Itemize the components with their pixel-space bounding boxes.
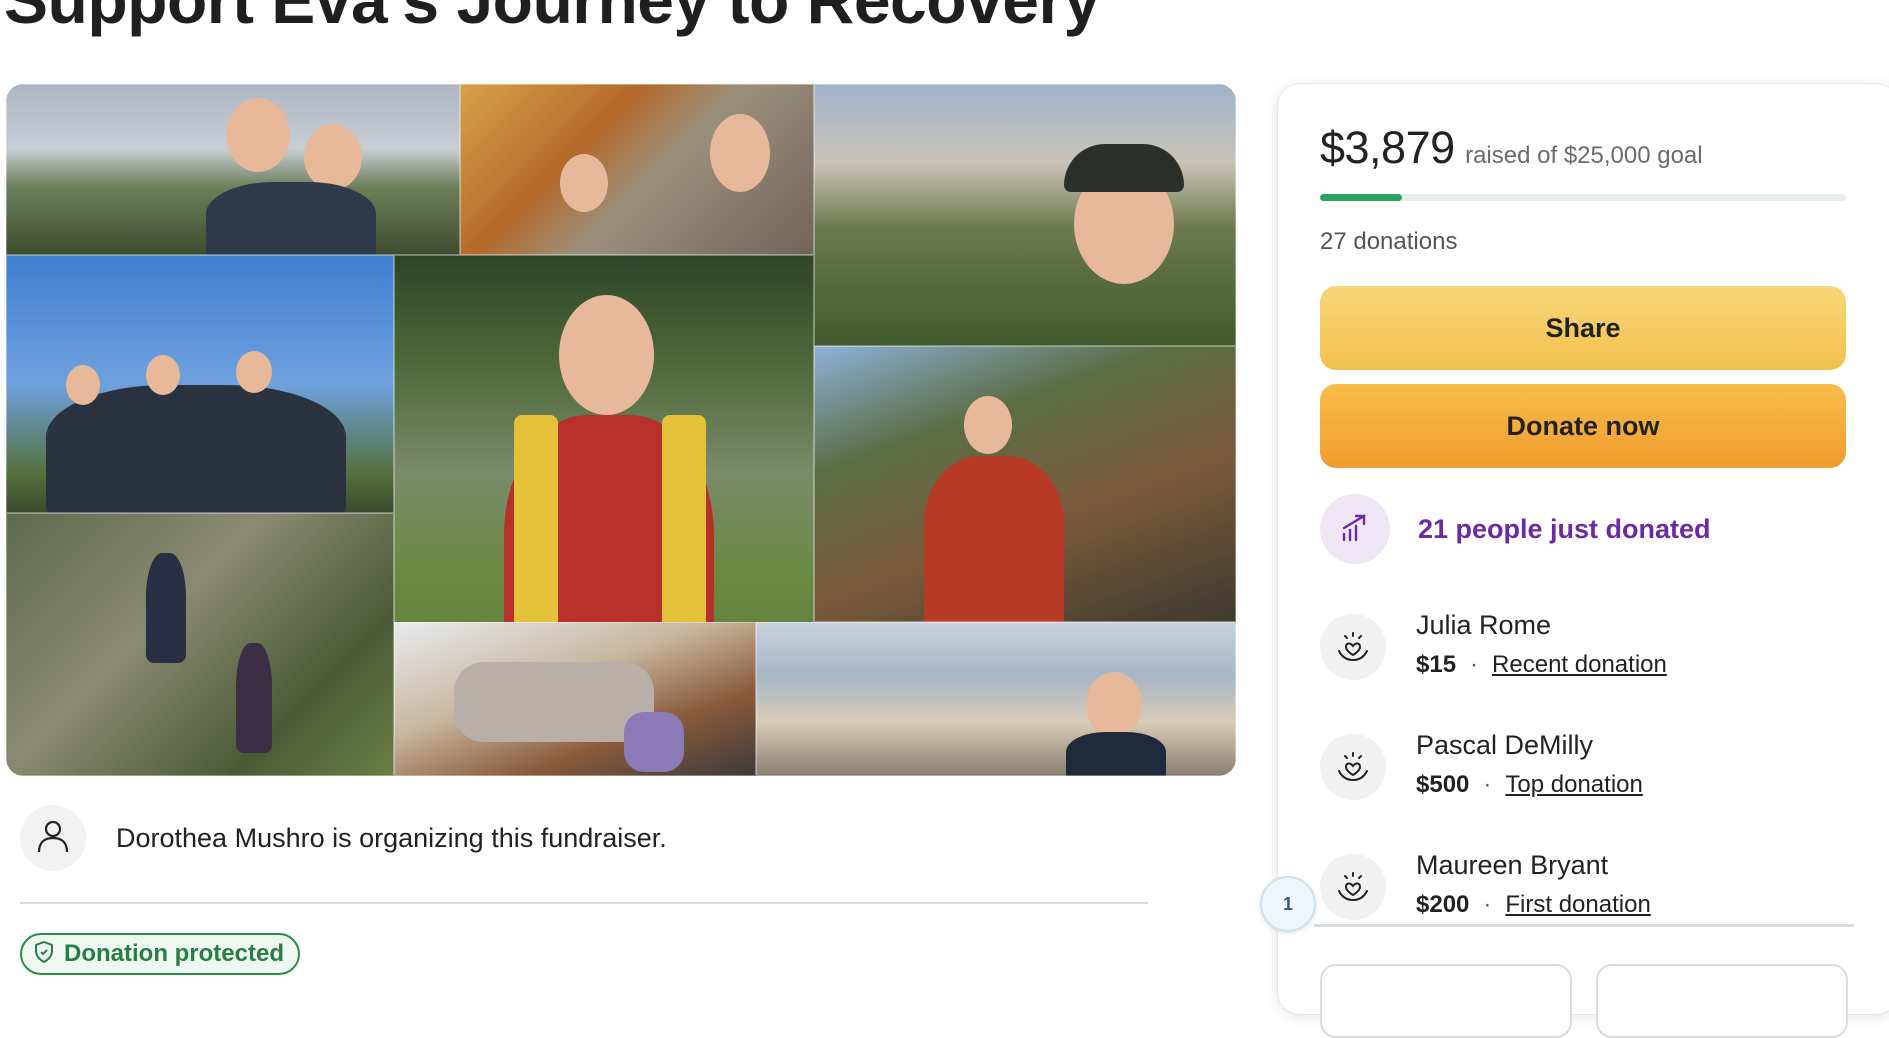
heart-hands-icon: [1320, 854, 1386, 920]
donor-item: Julia Rome $15 · Recent donation: [1320, 610, 1667, 680]
donate-now-button[interactable]: Donate now: [1320, 384, 1846, 468]
donor-detail: $200 · First donation: [1416, 891, 1651, 919]
photo-figure: [226, 98, 290, 172]
photo-figure: [964, 396, 1012, 454]
organizer-row: Dorothea Mushro is organizing this fundr…: [20, 805, 667, 871]
photo-collage[interactable]: [6, 84, 1236, 776]
recent-donors-trend[interactable]: 21 people just donated: [1320, 494, 1711, 564]
donor-name: Pascal DeMilly: [1416, 730, 1594, 760]
photo-figure: [146, 553, 186, 663]
organizer-avatar[interactable]: [20, 805, 86, 871]
donor-amount: $500: [1416, 771, 1470, 798]
separator-dot: ·: [1483, 771, 1492, 798]
photo-hospital[interactable]: [394, 622, 756, 776]
photo-figure: [1064, 144, 1184, 192]
photo-figure: [1066, 732, 1166, 776]
person-icon: [33, 816, 73, 861]
photo-figure: [559, 295, 654, 415]
photo-figure: [624, 712, 684, 772]
list-scroll-edge: [1314, 924, 1854, 927]
heart-hands-icon: [1320, 734, 1386, 800]
photo-figure: [66, 365, 100, 405]
separator-dot: ·: [1483, 891, 1492, 918]
see-all-button[interactable]: [1320, 964, 1572, 1038]
donation-tag-link[interactable]: Top donation: [1505, 771, 1642, 798]
see-top-button[interactable]: [1596, 964, 1848, 1038]
donor-info: Julia Rome $15 · Recent donation: [1416, 610, 1667, 679]
organizer-text: Dorothea Mushro is organizing this fundr…: [116, 822, 667, 853]
photo-mountain-portrait[interactable]: [814, 84, 1236, 346]
photo-backyard-red-jacket[interactable]: [814, 346, 1236, 622]
page-title: Support Eva's Journey to Recovery: [4, 0, 1100, 37]
donor-name: Julia Rome: [1416, 610, 1552, 640]
photo-figure: [924, 456, 1064, 622]
photo-figure: [304, 124, 362, 190]
donor-info: Maureen Bryant $200 · First donation: [1416, 850, 1651, 919]
donation-tag-link[interactable]: Recent donation: [1492, 651, 1667, 678]
photo-figure: [146, 355, 180, 395]
shield-icon: [32, 940, 56, 969]
photo-lake-shore[interactable]: [756, 622, 1236, 776]
photo-figure: [454, 662, 654, 742]
trending-up-icon: [1320, 494, 1390, 564]
divider: [20, 902, 1148, 904]
donation-panel: $3,879 raised of $25,000 goal 27 donatio…: [1278, 84, 1889, 1038]
photo-figure: [560, 154, 608, 212]
donor-amount: $200: [1416, 891, 1470, 918]
progress-bar: [1320, 194, 1846, 201]
photo-figure: [1074, 164, 1174, 284]
photo-hiking-selfie[interactable]: [6, 84, 460, 255]
donation-count[interactable]: 27 donations: [1320, 228, 1457, 256]
share-button[interactable]: Share: [1320, 286, 1846, 370]
separator-dot: ·: [1470, 651, 1479, 678]
heart-hands-icon: [1320, 614, 1386, 680]
photo-figure: [46, 385, 346, 513]
amount-raised: $3,879: [1320, 122, 1455, 173]
photo-figure: [710, 114, 770, 192]
donor-detail: $500 · Top donation: [1416, 771, 1643, 799]
goal-text: raised of $25,000 goal: [1465, 142, 1703, 169]
trend-text: 21 people just donated: [1418, 513, 1711, 544]
photo-rock-climbing[interactable]: [6, 513, 394, 776]
photo-autumn-cafe[interactable]: [460, 84, 814, 255]
donor-item: Pascal DeMilly $500 · Top donation: [1320, 730, 1643, 800]
donation-protected-label: Donation protected: [64, 940, 284, 967]
donor-info: Pascal DeMilly $500 · Top donation: [1416, 730, 1643, 799]
donor-item: Maureen Bryant $200 · First donation: [1320, 850, 1651, 920]
donor-detail: $15 · Recent donation: [1416, 651, 1667, 679]
photo-figure: [236, 643, 272, 753]
photo-figure: [206, 182, 376, 255]
photo-figure: [236, 351, 272, 393]
progress-fill: [1320, 194, 1402, 201]
donation-tag-link[interactable]: First donation: [1505, 891, 1650, 918]
page-indicator[interactable]: 1: [1260, 876, 1316, 932]
donation-protected-badge[interactable]: Donation protected: [20, 933, 300, 975]
donor-amount: $15: [1416, 651, 1457, 678]
donor-name: Maureen Bryant: [1416, 850, 1609, 880]
photo-figure: [1086, 672, 1142, 738]
amount-raised-line: $3,879 raised of $25,000 goal: [1320, 122, 1703, 174]
photo-group-blue-sky[interactable]: [6, 255, 394, 513]
